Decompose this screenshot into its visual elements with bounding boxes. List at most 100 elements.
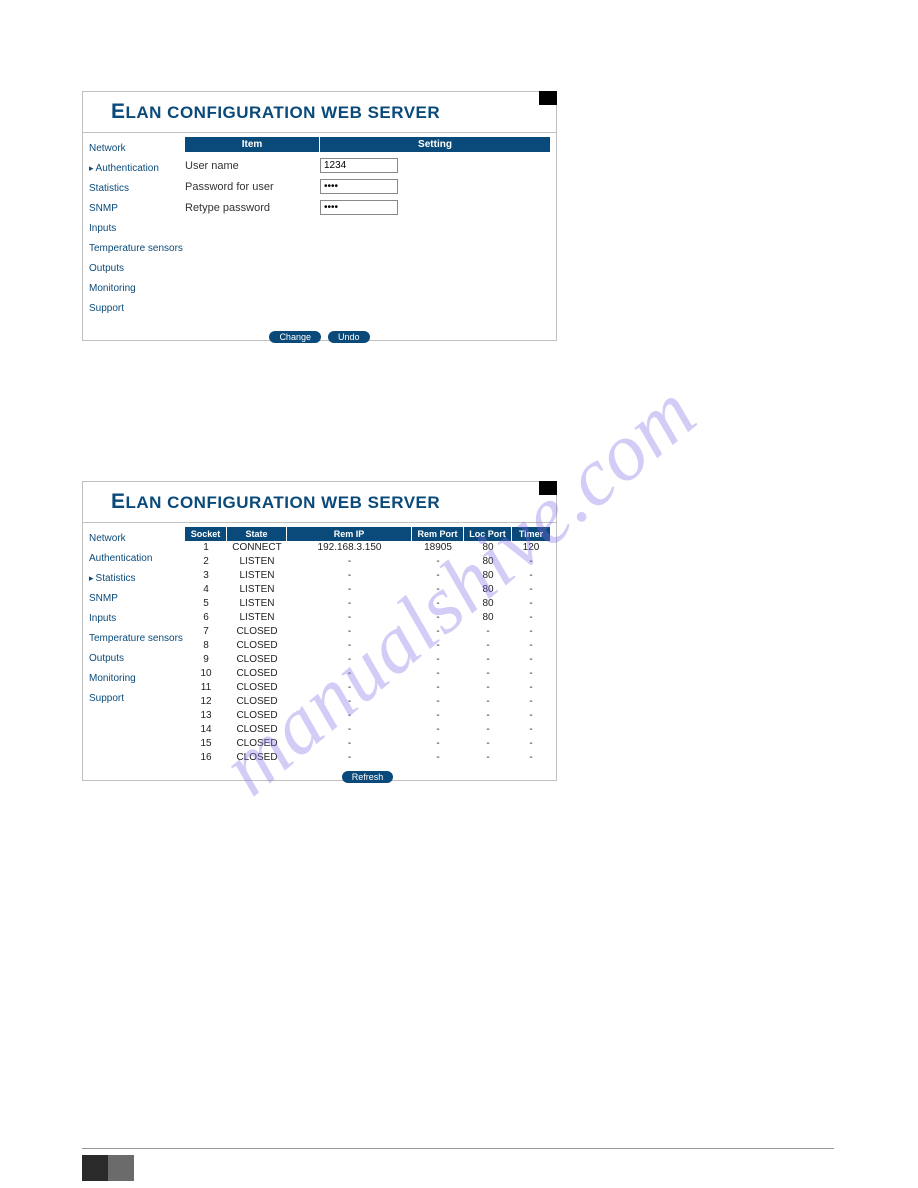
table-row: 6LISTEN--80-: [185, 611, 550, 625]
stats-hdr-remport: Rem Port: [412, 527, 464, 541]
nav-monitoring[interactable]: Monitoring: [87, 669, 185, 689]
cell-remport: -: [412, 625, 464, 639]
cell-remport: -: [412, 723, 464, 737]
nav-temperature[interactable]: Temperature sensors: [87, 629, 185, 649]
cell-timer: -: [512, 709, 550, 723]
cell-locport: -: [464, 709, 512, 723]
nav-network[interactable]: Network: [87, 139, 185, 159]
auth-hdr-setting: Setting: [320, 137, 550, 152]
cell-timer: -: [512, 751, 550, 765]
nav-support[interactable]: Support: [87, 299, 185, 319]
footer-rule: [82, 1148, 834, 1149]
cell-socket: 2: [185, 555, 227, 569]
cell-locport: 80: [464, 541, 512, 555]
panel-title: ELAN CONFIGURATION WEB SERVER: [83, 92, 556, 133]
user-name-input[interactable]: [320, 158, 398, 173]
cell-socket: 11: [185, 681, 227, 695]
cell-remip: -: [287, 737, 412, 751]
cell-state: CLOSED: [227, 625, 287, 639]
cell-socket: 13: [185, 709, 227, 723]
cell-remip: -: [287, 653, 412, 667]
cell-remip: -: [287, 723, 412, 737]
table-row: 16CLOSED----: [185, 751, 550, 765]
cell-timer: -: [512, 667, 550, 681]
cell-timer: -: [512, 625, 550, 639]
cell-remport: -: [412, 737, 464, 751]
nav-statistics[interactable]: Statistics: [87, 179, 185, 199]
cell-timer: 120: [512, 541, 550, 555]
cell-remip: -: [287, 751, 412, 765]
cell-remip: 192.168.3.150: [287, 541, 412, 555]
cell-locport: 80: [464, 555, 512, 569]
retype-password-input[interactable]: [320, 200, 398, 215]
stats-rows: 1CONNECT192.168.3.15018905801202LISTEN--…: [185, 541, 550, 765]
cell-socket: 6: [185, 611, 227, 625]
cell-socket: 9: [185, 653, 227, 667]
sidebar: Network Authentication Statistics SNMP I…: [83, 523, 185, 791]
nav-snmp[interactable]: SNMP: [87, 589, 185, 609]
cell-state: CLOSED: [227, 667, 287, 681]
cell-timer: -: [512, 681, 550, 695]
sidebar: Network Authentication Statistics SNMP I…: [83, 133, 185, 325]
cell-remip: -: [287, 555, 412, 569]
change-button[interactable]: Change: [269, 331, 321, 343]
cell-locport: 80: [464, 583, 512, 597]
cell-remip: -: [287, 709, 412, 723]
cell-remport: -: [412, 709, 464, 723]
cell-timer: -: [512, 569, 550, 583]
nav-snmp[interactable]: SNMP: [87, 199, 185, 219]
stats-hdr-locport: Loc Port: [464, 527, 512, 541]
nav-temperature[interactable]: Temperature sensors: [87, 239, 185, 259]
cell-locport: -: [464, 681, 512, 695]
cell-remport: 18905: [412, 541, 464, 555]
cell-socket: 16: [185, 751, 227, 765]
cell-remport: -: [412, 569, 464, 583]
cell-remip: -: [287, 597, 412, 611]
cell-state: LISTEN: [227, 611, 287, 625]
undo-button[interactable]: Undo: [328, 331, 370, 343]
cell-locport: -: [464, 667, 512, 681]
nav-network[interactable]: Network: [87, 529, 185, 549]
table-row: 2LISTEN--80-: [185, 555, 550, 569]
cell-remip: -: [287, 667, 412, 681]
cell-state: CLOSED: [227, 723, 287, 737]
table-row: 3LISTEN--80-: [185, 569, 550, 583]
cell-remip: -: [287, 569, 412, 583]
nav-statistics[interactable]: Statistics: [87, 569, 185, 589]
cell-remport: -: [412, 583, 464, 597]
cell-socket: 3: [185, 569, 227, 583]
table-row: 5LISTEN--80-: [185, 597, 550, 611]
nav-inputs[interactable]: Inputs: [87, 219, 185, 239]
cell-remport: -: [412, 611, 464, 625]
nav-outputs[interactable]: Outputs: [87, 259, 185, 279]
refresh-button[interactable]: Refresh: [342, 771, 394, 783]
nav-inputs[interactable]: Inputs: [87, 609, 185, 629]
password-input[interactable]: [320, 179, 398, 194]
nav-support[interactable]: Support: [87, 689, 185, 709]
cell-state: CLOSED: [227, 681, 287, 695]
cell-locport: 80: [464, 611, 512, 625]
cell-locport: -: [464, 723, 512, 737]
auth-hdr-item: Item: [185, 137, 320, 152]
cell-state: CLOSED: [227, 751, 287, 765]
footer-block-grey: [108, 1155, 134, 1181]
cell-timer: -: [512, 723, 550, 737]
nav-authentication[interactable]: Authentication: [87, 159, 185, 179]
cell-state: CONNECT: [227, 541, 287, 555]
user-name-label: User name: [185, 160, 320, 172]
nav-authentication[interactable]: Authentication: [87, 549, 185, 569]
cell-socket: 7: [185, 625, 227, 639]
cell-remport: -: [412, 639, 464, 653]
auth-content: Item Setting User name Password for user…: [185, 133, 556, 325]
cell-remip: -: [287, 611, 412, 625]
cell-locport: -: [464, 653, 512, 667]
footer-block-dark: [82, 1155, 108, 1181]
cell-socket: 15: [185, 737, 227, 751]
cell-locport: -: [464, 639, 512, 653]
cell-remport: -: [412, 681, 464, 695]
nav-monitoring[interactable]: Monitoring: [87, 279, 185, 299]
cell-remip: -: [287, 639, 412, 653]
cell-timer: -: [512, 597, 550, 611]
nav-outputs[interactable]: Outputs: [87, 649, 185, 669]
cell-timer: -: [512, 611, 550, 625]
